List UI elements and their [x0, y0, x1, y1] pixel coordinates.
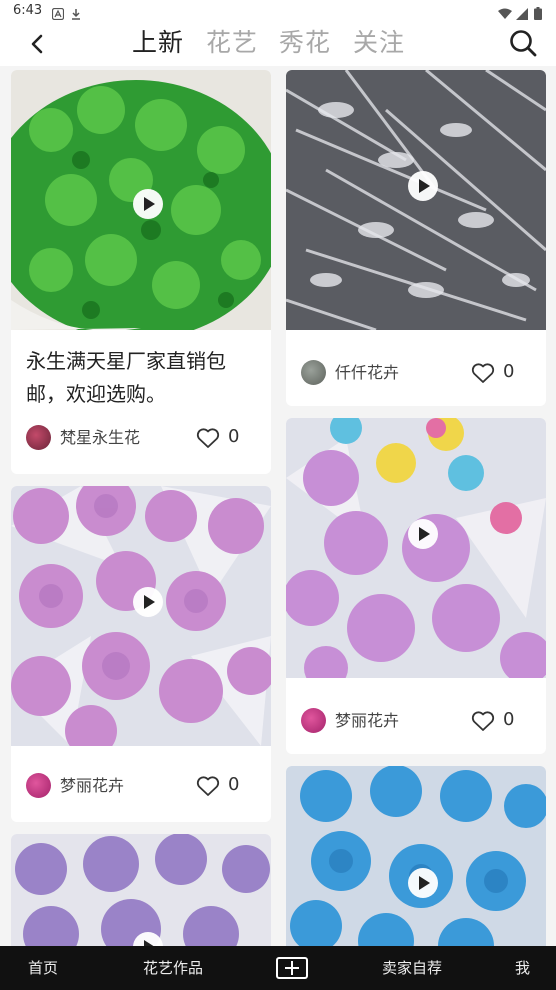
play-video-button[interactable]	[133, 587, 163, 617]
like-button[interactable]: 0	[471, 360, 533, 386]
author-avatar[interactable]	[301, 708, 326, 733]
status-bar: 6:43	[0, 0, 556, 22]
play-video-button[interactable]	[133, 189, 163, 219]
like-count: 0	[228, 774, 240, 795]
card-image	[286, 418, 546, 690]
like-button[interactable]: 0	[471, 708, 533, 734]
feed-card[interactable]	[286, 766, 546, 946]
tab-guanzhu[interactable]: 关注	[353, 26, 405, 60]
waterfall-feed[interactable]: 永生满天星厂家直销包邮，欢迎选购。 梵星永生花 0 梦丽花卉 0 仟仟花卉 0 …	[0, 66, 556, 946]
tab-xiuhua[interactable]: 秀花	[279, 26, 331, 60]
feed-card[interactable]	[11, 834, 271, 946]
top-bar: 上新 花艺 秀花 关注	[0, 22, 556, 66]
author-avatar[interactable]	[301, 360, 326, 385]
bottom-nav: 首页 花艺作品 卖家自荐 我	[0, 946, 556, 990]
card-title: 永生满天星厂家直销包邮，欢迎选购。	[26, 349, 226, 406]
card-meta: 梵星永生花 0	[26, 425, 258, 451]
search-icon	[508, 30, 538, 62]
nav-seller-recommend[interactable]: 卖家自荐	[382, 958, 442, 978]
like-button[interactable]: 0	[196, 773, 258, 799]
like-count: 0	[503, 361, 515, 382]
tab-shangxin[interactable]: 上新	[132, 26, 184, 60]
author-name[interactable]: 梦丽花卉	[335, 710, 399, 732]
card-image	[286, 70, 546, 332]
search-button[interactable]	[508, 28, 538, 58]
plus-square-icon[interactable]	[276, 957, 308, 979]
like-button[interactable]: 0	[196, 425, 258, 451]
feed-card[interactable]: 梦丽花卉 0	[11, 486, 271, 822]
nav-home[interactable]: 首页	[28, 958, 58, 978]
feed-card[interactable]: 仟仟花卉 0	[286, 70, 546, 406]
feed-card[interactable]: 永生满天星厂家直销包邮，欢迎选购。 梵星永生花 0	[11, 70, 271, 474]
card-meta: 梦丽花卉 0	[26, 773, 258, 799]
play-video-button[interactable]	[408, 171, 438, 201]
play-video-button[interactable]	[408, 868, 438, 898]
card-image	[11, 486, 271, 757]
author-name[interactable]: 梵星永生花	[60, 427, 140, 449]
card-image	[11, 834, 271, 946]
back-button[interactable]	[24, 30, 52, 58]
feed-card[interactable]: 梦丽花卉 0	[286, 418, 546, 754]
card-meta: 梦丽花卉 0	[301, 708, 533, 734]
chevron-left-icon	[24, 34, 52, 62]
like-count: 0	[228, 426, 240, 447]
play-video-button[interactable]	[408, 519, 438, 549]
card-image	[286, 766, 546, 946]
author-name[interactable]: 仟仟花卉	[335, 362, 399, 384]
status-time: 6:43	[13, 3, 43, 18]
card-meta: 仟仟花卉 0	[301, 360, 533, 386]
nav-floral-works[interactable]: 花艺作品	[143, 958, 203, 978]
author-avatar[interactable]	[26, 425, 51, 450]
author-avatar[interactable]	[26, 773, 51, 798]
card-image	[11, 70, 271, 340]
author-name[interactable]: 梦丽花卉	[60, 775, 124, 797]
tab-huayi[interactable]: 花艺	[206, 26, 258, 60]
like-count: 0	[503, 709, 515, 730]
nav-me[interactable]: 我	[515, 958, 530, 978]
